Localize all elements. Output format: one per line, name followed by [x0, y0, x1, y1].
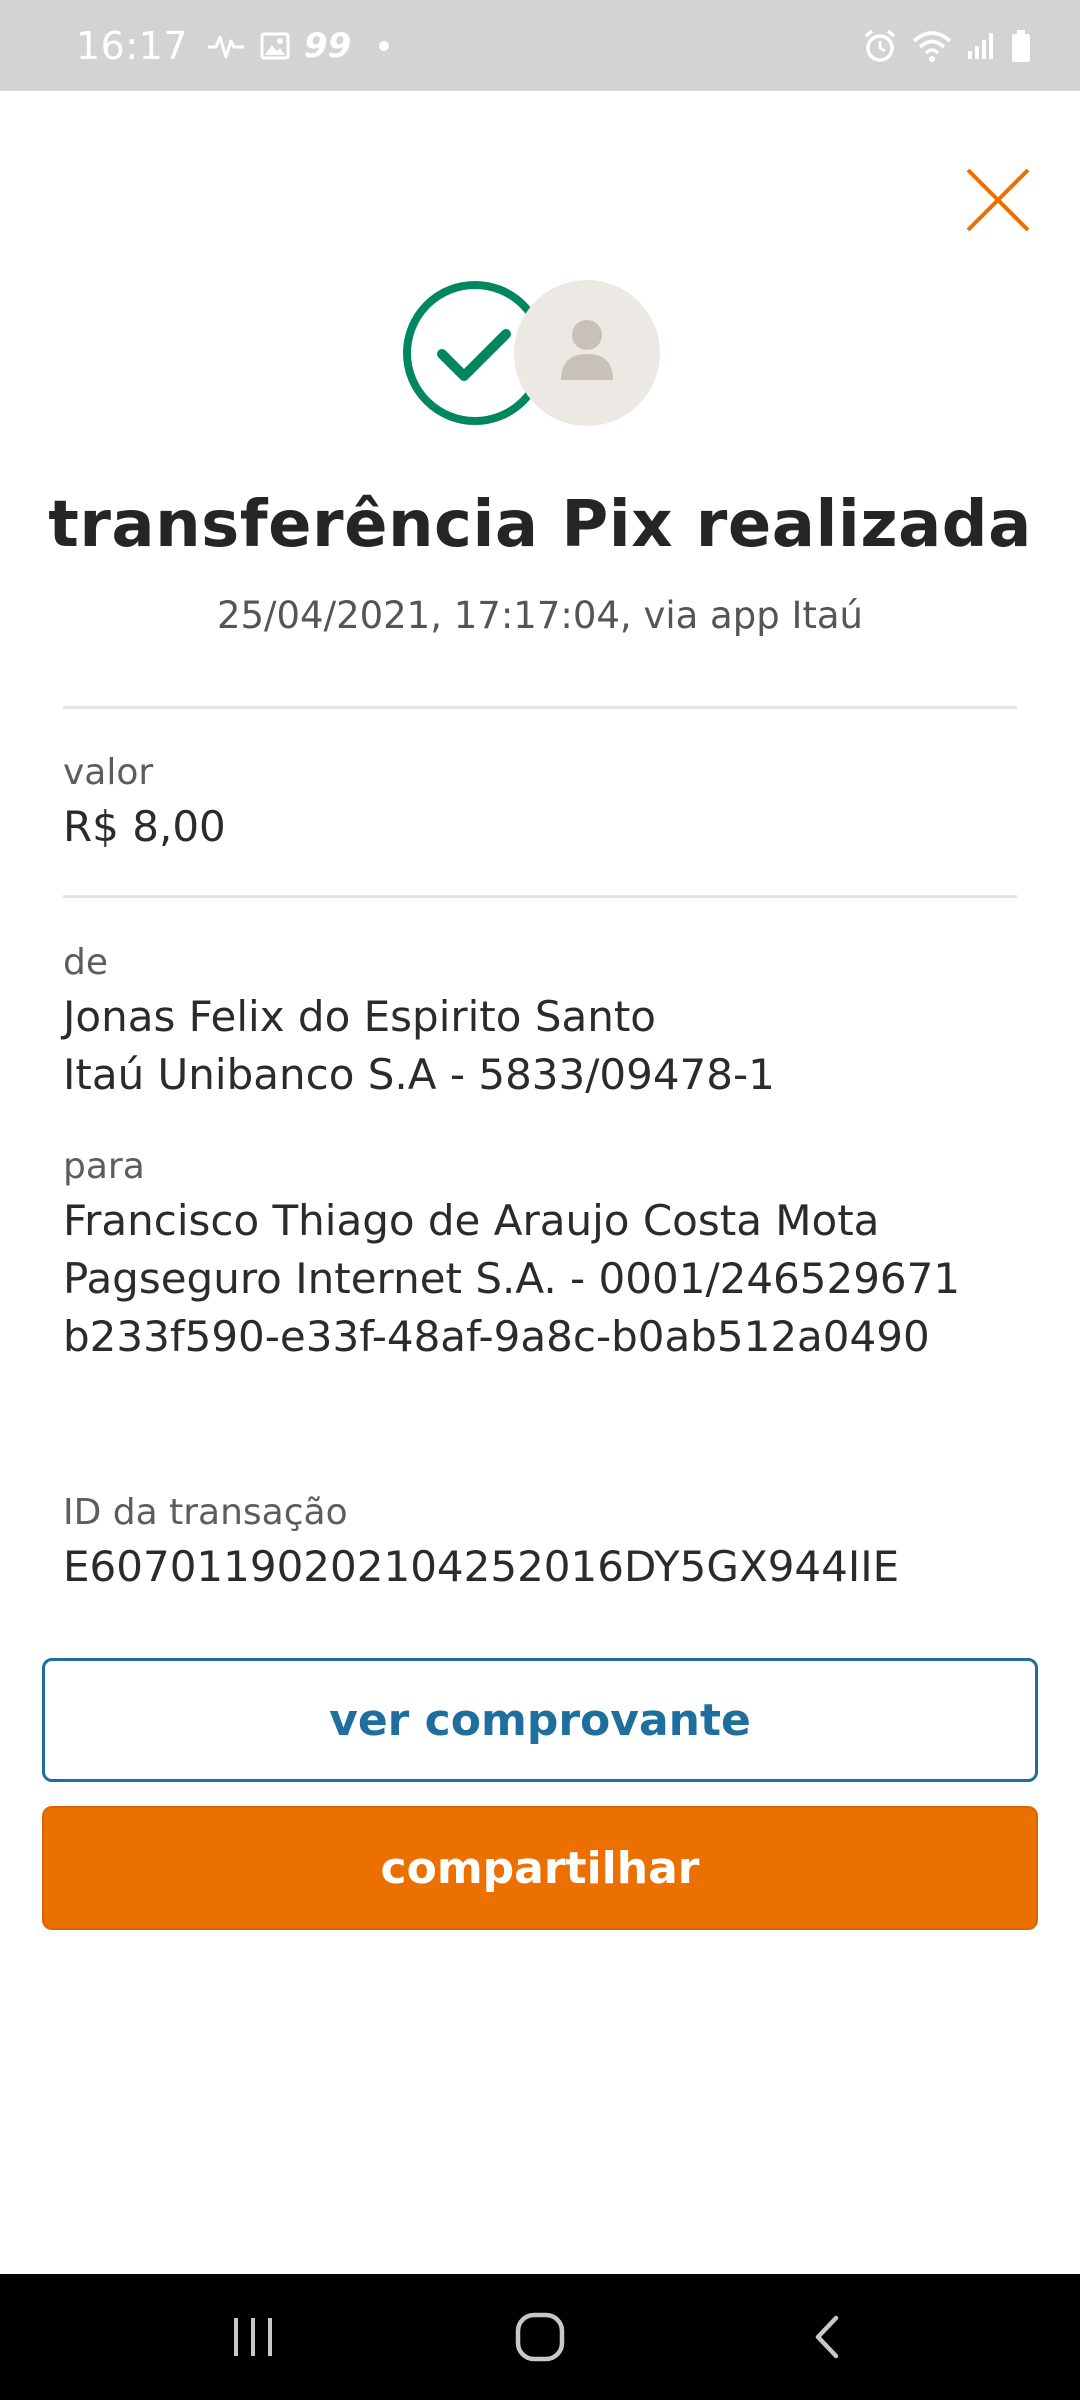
status-time: 16:17: [76, 23, 189, 68]
page-title: transferência Pix realizada: [48, 488, 1032, 562]
transfer-datetime: 25/04/2021, 17:17:04, via app Itaú: [216, 594, 864, 637]
transaction-id-label: ID da transação: [63, 1492, 348, 1533]
back-button[interactable]: [772, 2282, 882, 2392]
home-icon: [515, 2312, 565, 2362]
recent-apps-icon: [234, 2318, 273, 2356]
sender-bank: Itaú Unibanco S.A - 5833/09478-1: [63, 1050, 775, 1099]
back-icon: [815, 2315, 838, 2359]
activity-icon: [208, 35, 245, 58]
status-bar: 16:17 99: [0, 0, 1080, 91]
image-icon: [260, 32, 290, 59]
sender-label: de: [63, 942, 108, 983]
more-notifications-dot: [379, 40, 390, 51]
amount-value: R$ 8,00: [63, 802, 226, 851]
system-navigation-bar: [0, 2274, 1080, 2400]
recipient-bank: Pagseguro Internet S.A. - 0001/246529671: [63, 1254, 961, 1303]
share-button[interactable]: compartilhar: [42, 1806, 1038, 1930]
divider: [63, 895, 1017, 898]
wifi-icon: [912, 30, 952, 62]
notification-count: 99: [304, 25, 352, 66]
alarm-icon: [864, 29, 896, 62]
transaction-id-value: E60701190202104252016DY5GX944IIE: [63, 1542, 900, 1591]
divider: [63, 706, 1017, 709]
amount-label: valor: [63, 752, 154, 793]
home-button[interactable]: [485, 2282, 595, 2392]
sender-name: Jonas Felix do Espirito Santo: [63, 992, 657, 1041]
close-icon: [966, 168, 1030, 232]
recipient-pix-key: b233f590-e33f-48af-9a8c-b0ab512a0490: [63, 1312, 930, 1361]
person-icon: [561, 320, 613, 380]
battery-icon: [1012, 29, 1030, 62]
signal-icon: [968, 32, 993, 59]
recipient-name: Francisco Thiago de Araujo Costa Mota: [63, 1196, 880, 1245]
status-icons: [400, 278, 662, 428]
view-receipt-button[interactable]: ver comprovante: [42, 1658, 1038, 1782]
status-system-icons: [862, 28, 1032, 64]
recent-apps-button[interactable]: [198, 2282, 308, 2392]
close-button[interactable]: [960, 162, 1036, 238]
recipient-label: para: [63, 1146, 145, 1187]
avatar: [514, 280, 660, 426]
status-notification-icons: 99: [206, 25, 390, 66]
pix-transfer-success-screen: 16:17 99 transferência Pix realizada 25/…: [0, 0, 1080, 2400]
